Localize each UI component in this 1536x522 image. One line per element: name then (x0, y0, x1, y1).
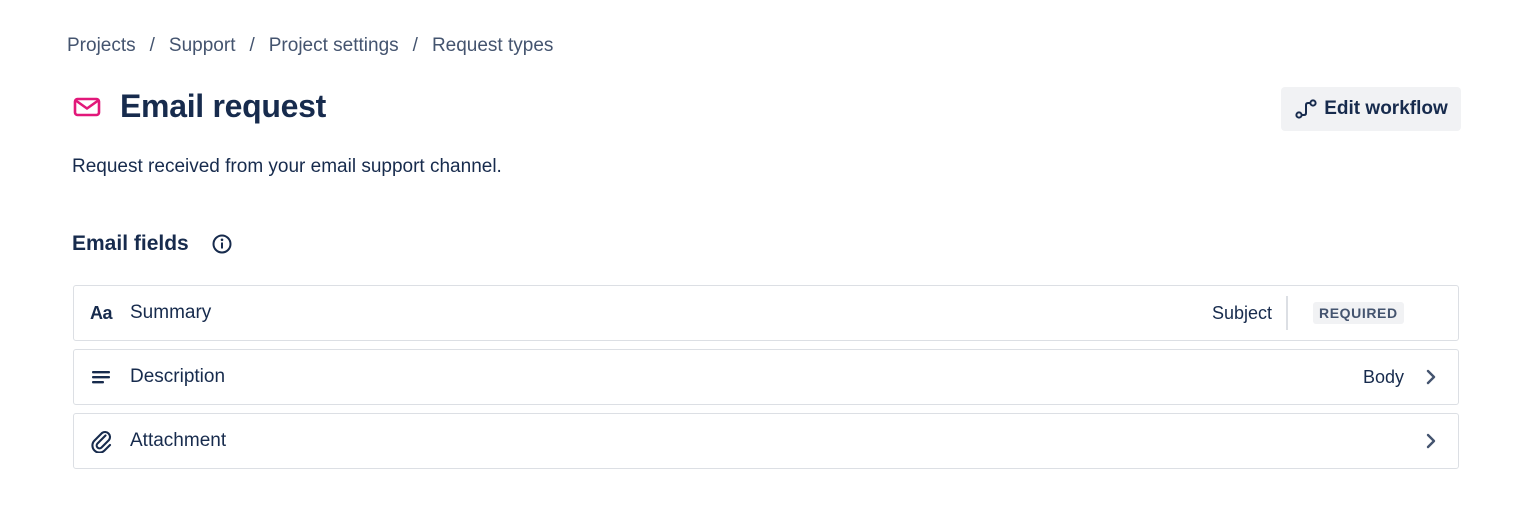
breadcrumb-separator: / (249, 35, 255, 56)
section-title: Email fields (72, 232, 189, 255)
breadcrumb: Projects / Support / Project settings / … (67, 35, 553, 57)
text-aa-icon: Aa (90, 302, 113, 323)
field-label: Description (130, 366, 226, 387)
workflow-icon (1294, 97, 1318, 121)
email-field-row-description[interactable]: Description Body (73, 349, 1459, 405)
page-header: Email request (72, 88, 326, 125)
paperclip-icon (90, 414, 120, 468)
mapped-field: Subject (1211, 302, 1272, 323)
page-title: Email request (120, 88, 326, 124)
breadcrumb-separator: / (412, 35, 418, 56)
email-field-row-summary: Aa Summary Subject REQUIRED (73, 285, 1459, 341)
breadcrumb-item-project-settings[interactable]: Project settings (269, 35, 399, 57)
request-type-description: Request received from your email support… (72, 156, 502, 177)
email-fields-header: Email fields (72, 232, 233, 256)
edit-workflow-label: Edit workflow (1324, 98, 1448, 119)
breadcrumb-item-request-types[interactable]: Request types (432, 35, 553, 57)
breadcrumb-item-projects[interactable]: Projects (67, 35, 136, 57)
info-icon[interactable] (211, 233, 233, 255)
edit-workflow-button[interactable]: Edit workflow (1281, 87, 1461, 131)
divider (1286, 296, 1288, 330)
field-label: Attachment (130, 430, 227, 451)
breadcrumb-item-support[interactable]: Support (169, 35, 236, 57)
envelope-icon (72, 90, 106, 124)
breadcrumb-separator: / (149, 35, 155, 56)
chevron-right-icon (1424, 350, 1438, 404)
mapped-field: Body (1362, 366, 1404, 387)
email-field-row-attachment[interactable]: Attachment (73, 413, 1459, 469)
field-label: Summary (130, 302, 212, 323)
required-badge: REQUIRED (1313, 302, 1404, 324)
lines-icon (90, 350, 120, 404)
chevron-right-icon (1424, 414, 1438, 468)
